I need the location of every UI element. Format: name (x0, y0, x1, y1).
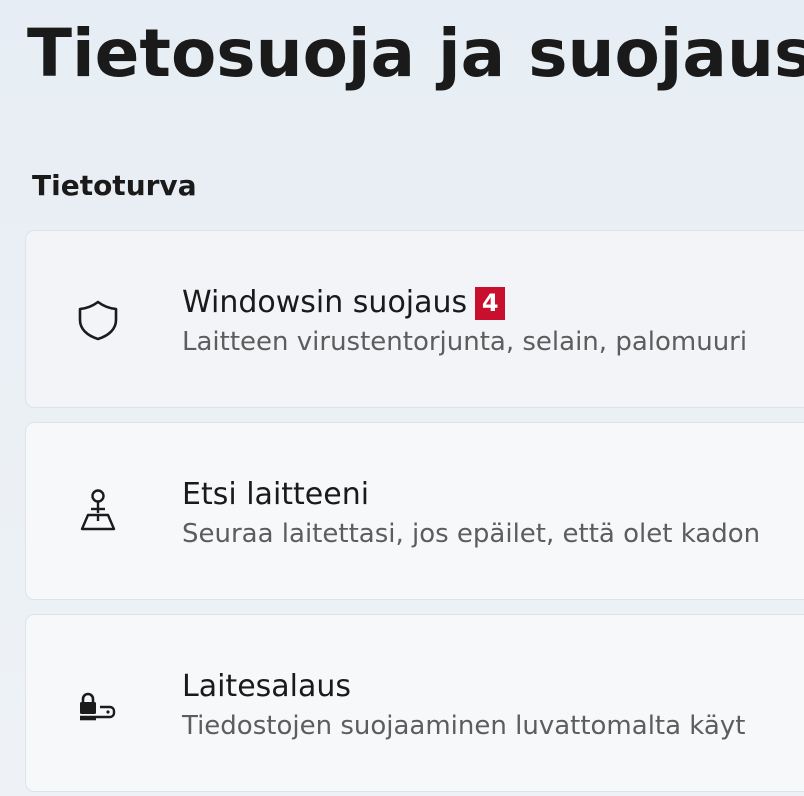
settings-item-device-encryption[interactable]: Laitesalaus Tiedostojen suojaaminen luva… (25, 614, 804, 792)
settings-item-title-text: Windowsin suojaus (182, 285, 468, 320)
shield-icon (70, 291, 126, 347)
settings-item-description: Seuraa laitettasi, jos epäilet, että ole… (182, 519, 761, 549)
settings-item-find-my-device[interactable]: Etsi laitteeni Seuraa laitettasi, jos ep… (25, 422, 804, 600)
settings-item-description: Tiedostojen suojaaminen luvattomalta käy… (182, 711, 746, 741)
settings-item-windows-security[interactable]: Windowsin suojaus 4 Laitteen virustentor… (25, 230, 804, 408)
settings-item-description: Laitteen virustentorjunta, selain, palom… (182, 327, 748, 357)
find-my-device-icon (70, 483, 126, 539)
settings-item-title: Etsi laitteeni (182, 475, 369, 515)
step-number-badge: 4 (475, 286, 506, 320)
page-title: Tietosuoja ja suojaus (27, 15, 804, 92)
section-title: Tietoturva (32, 169, 197, 202)
device-encryption-icon (70, 675, 126, 731)
settings-page: Tietosuoja ja suojaus Tietoturva Windows… (0, 0, 804, 796)
settings-item-title: Windowsin suojaus 4 (182, 283, 506, 323)
settings-item-title: Laitesalaus (182, 667, 351, 707)
settings-item-title-text: Laitesalaus (182, 669, 352, 704)
settings-item-title-text: Etsi laitteeni (182, 477, 370, 512)
